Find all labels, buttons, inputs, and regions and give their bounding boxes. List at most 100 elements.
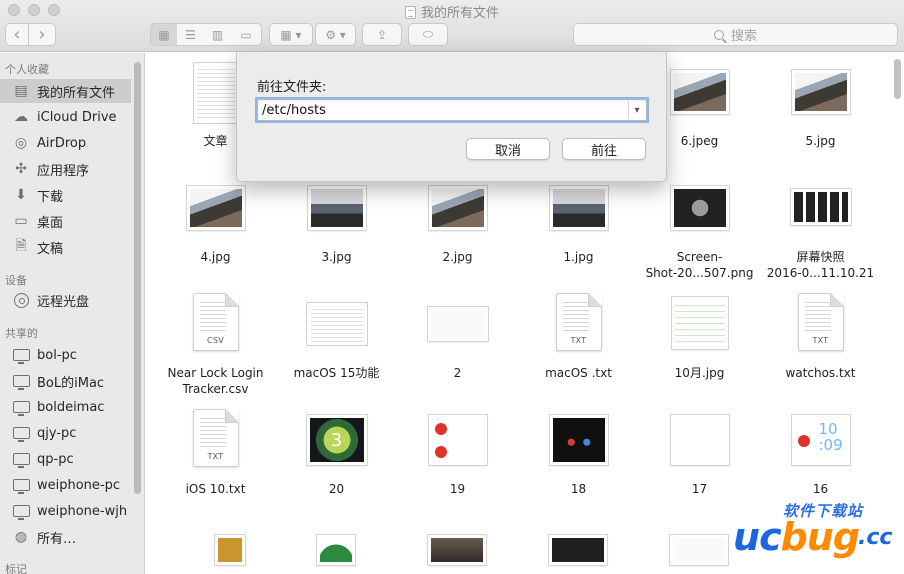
monitor-icon	[12, 427, 30, 442]
section-favorites: 个人收藏	[5, 63, 49, 76]
arrange-icon: ▦ ▾	[280, 27, 302, 42]
download-icon: ⬇	[15, 187, 27, 203]
file-thumbnail	[670, 186, 729, 230]
sidebar-item-all-files[interactable]: ▤ 我的所有文件	[0, 79, 131, 103]
list-view-button[interactable]: ☰	[177, 23, 205, 46]
watermark-domain: .cc	[858, 525, 893, 550]
document-icon	[404, 6, 416, 19]
cloud-icon: ☁	[14, 109, 28, 125]
arrange-button[interactable]: ▦ ▾	[269, 23, 313, 46]
sidebar-item-downloads[interactable]: ⬇ 下载	[0, 183, 131, 207]
file-thumbnail[interactable]	[670, 535, 728, 565]
forward-button[interactable]: ›	[29, 23, 56, 46]
tags-button[interactable]: ⬭	[408, 23, 448, 46]
file-thumbnail	[307, 186, 366, 230]
section-shared: 共享的	[5, 327, 38, 340]
file-thumbnail	[428, 186, 487, 230]
action-button[interactable]: ⚙ ▾	[315, 23, 356, 46]
file-thumbnail	[670, 70, 729, 114]
file-thumbnail[interactable]	[215, 535, 245, 565]
file-thumbnail	[791, 70, 850, 114]
monitor-icon	[12, 401, 30, 416]
sidebar-item-bol-pc[interactable]: bol-pc	[0, 343, 131, 367]
file-thumbnail	[306, 303, 367, 345]
file-name: 18	[570, 482, 587, 496]
file-thumbnail	[670, 415, 729, 465]
folder-path-input[interactable]	[255, 97, 649, 123]
file-thumbnail	[671, 297, 728, 349]
file-thumbnail: POWER OFF MEDICAL ID	[428, 415, 487, 465]
sidebar-item-boldeimac[interactable]: boldeimac	[0, 395, 131, 419]
sidebar-scrollbar[interactable]	[134, 62, 141, 494]
file-name: 4.jpg	[200, 250, 231, 264]
file-thumbnail	[549, 415, 608, 465]
go-button[interactable]: 前往	[562, 138, 646, 160]
sidebar-item-weiphone-pc[interactable]: weiphone-pc	[0, 473, 131, 497]
sidebar: 个人收藏 ▤ 我的所有文件 ☁ iCloud Drive ◎ AirDrop ✣ 应用程…	[0, 53, 145, 574]
cover-flow-icon: ▭	[240, 27, 252, 42]
gear-icon: ⚙ ▾	[325, 27, 346, 42]
search-field[interactable]: 搜索	[573, 23, 898, 46]
chevron-right-icon: ›	[38, 23, 46, 45]
sidebar-item-all[interactable]: ◍ 所有…	[0, 525, 131, 549]
monitor-icon	[12, 479, 30, 494]
txt-file-icon: TXT	[797, 293, 844, 351]
cover-flow-button[interactable]: ▭	[231, 23, 262, 46]
file-name: 19	[449, 482, 466, 496]
dialog-label: 前往文件夹:	[257, 80, 327, 95]
monitor-icon	[12, 375, 30, 390]
section-tags: 标记	[5, 563, 27, 574]
back-button[interactable]: ‹	[5, 23, 29, 46]
monitor-icon	[12, 505, 30, 520]
sidebar-item-qp-pc[interactable]: qp-pc	[0, 447, 131, 471]
file-name: Near Lock Login Tracker.csv	[167, 366, 264, 396]
chevron-left-icon: ‹	[13, 23, 21, 45]
file-thumbnail	[790, 189, 851, 225]
column-view-button[interactable]: ▥	[204, 23, 232, 46]
file-thumbnail	[427, 307, 488, 341]
desktop-icon: ▭	[14, 213, 28, 229]
file-thumbnail[interactable]	[549, 535, 607, 565]
window-title: 我的所有文件	[0, 2, 904, 21]
sidebar-item-documents[interactable]: 🗎 文稿	[0, 235, 131, 259]
sidebar-item-remote-disc[interactable]: 远程光盘	[0, 288, 131, 312]
file-name: Screen- Shot-20...507.png	[645, 250, 754, 280]
txt-file-icon: TXT	[555, 293, 602, 351]
file-thumbnail[interactable]	[428, 535, 486, 565]
sidebar-item-airdrop[interactable]: ◎ AirDrop	[0, 131, 131, 155]
main-scrollbar[interactable]	[894, 59, 901, 99]
file-name: 5.jpg	[805, 134, 836, 148]
icon-view-button[interactable]: ▦	[150, 23, 178, 46]
search-icon	[713, 29, 724, 40]
file-thumbnail[interactable]	[317, 535, 355, 565]
sidebar-item-weiphone-wjh[interactable]: weiphone-wjh	[0, 499, 131, 523]
share-button[interactable]: ⇪	[362, 23, 402, 46]
sidebar-item-desktop[interactable]: ▭ 桌面	[0, 209, 131, 233]
file-name: 1.jpg	[563, 250, 594, 264]
file-name: 2.jpg	[442, 250, 473, 264]
file-thumbnail	[549, 186, 608, 230]
txt-file-icon: TXT	[192, 409, 239, 467]
columns-icon: ▥	[211, 27, 224, 42]
sidebar-item-applications[interactable]: ✣ 应用程序	[0, 157, 131, 181]
monitor-icon	[12, 349, 30, 364]
sidebar-item-bol-imac[interactable]: BoL的iMac	[0, 369, 131, 393]
file-name: iOS 10.txt	[185, 482, 246, 496]
file-name: 2	[453, 366, 462, 380]
file-name: 10月.jpg	[674, 366, 725, 380]
csv-file-icon: CSV	[192, 293, 239, 351]
section-devices: 设备	[5, 274, 27, 287]
sidebar-item-qjy-pc[interactable]: qjy-pc	[0, 421, 131, 445]
file-name: 17	[691, 482, 708, 496]
file-thumbnail	[193, 63, 238, 123]
sidebar-item-icloud[interactable]: ☁ iCloud Drive	[0, 105, 131, 129]
chevron-down-icon[interactable]: ▾	[628, 101, 645, 119]
file-name: 屏幕快照 2016-0...11.10.21	[766, 250, 875, 280]
globe-icon: ◍	[14, 529, 28, 545]
toolbar: 我的所有文件 ‹ › ▦ ☰ ▥ ▭ ▦ ▾ ⚙ ▾ ⇪ ⬭ 搜索	[0, 0, 904, 52]
documents-icon: 🗎	[15, 238, 27, 254]
list-icon: ☰	[185, 27, 196, 42]
tag-icon: ⬭	[422, 27, 434, 41]
file-name: macOS 15功能	[293, 366, 380, 380]
cancel-button[interactable]: 取消	[466, 138, 550, 160]
